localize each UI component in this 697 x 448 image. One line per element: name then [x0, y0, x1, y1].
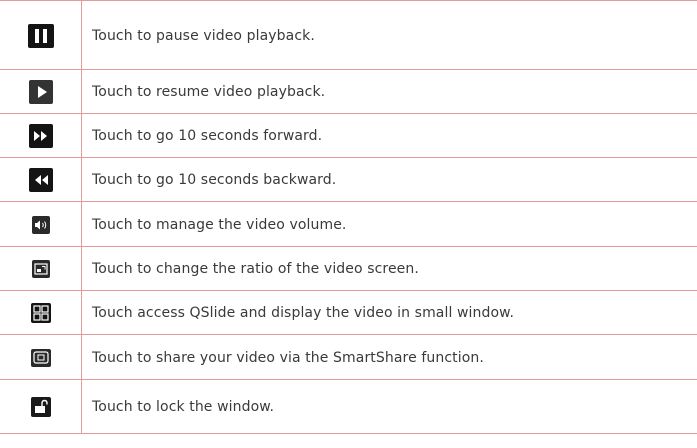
row-description: Touch to go 10 seconds forward.	[92, 128, 323, 144]
play-icon[interactable]	[28, 80, 53, 104]
lock-icon[interactable]	[30, 396, 51, 417]
table-row-lock: Touch to lock the window.	[0, 379, 697, 434]
table-row-ratio: Touch to change the ratio of the video s…	[0, 246, 697, 291]
fast-forward-icon[interactable]	[28, 124, 53, 148]
row-description: Touch to share your video via the SmartS…	[92, 349, 484, 366]
controls-table: Touch to pause video playback. Touch to …	[0, 0, 697, 448]
row-description: Touch to change the ratio of the video s…	[92, 261, 419, 277]
row-description: Touch to resume video playback.	[92, 84, 326, 100]
table-row-volume: Touch to manage the video volume.	[0, 201, 697, 247]
table-row-play: Touch to resume video playback.	[0, 69, 697, 114]
table-row-smartshare: Touch to share your video via the SmartS…	[0, 334, 697, 380]
row-description: Touch access QSlide and display the vide…	[92, 305, 514, 321]
table-row-qslide: Touch access QSlide and display the vide…	[0, 290, 697, 335]
screen-ratio-icon[interactable]	[31, 260, 50, 278]
volume-icon[interactable]	[31, 215, 50, 234]
table-row-backward: Touch to go 10 seconds backward.	[0, 157, 697, 202]
row-description: Touch to go 10 seconds backward.	[92, 172, 337, 188]
row-description: Touch to pause video playback.	[92, 27, 315, 44]
row-description: Touch to lock the window.	[92, 398, 275, 415]
pause-icon[interactable]	[27, 23, 54, 48]
table-row-pause: Touch to pause video playback.	[0, 0, 697, 70]
rewind-icon[interactable]	[28, 168, 53, 192]
qslide-icon[interactable]	[30, 303, 51, 323]
row-description: Touch to manage the video volume.	[92, 216, 347, 233]
table-row-forward: Touch to go 10 seconds forward.	[0, 113, 697, 158]
smartshare-icon[interactable]	[30, 348, 51, 367]
